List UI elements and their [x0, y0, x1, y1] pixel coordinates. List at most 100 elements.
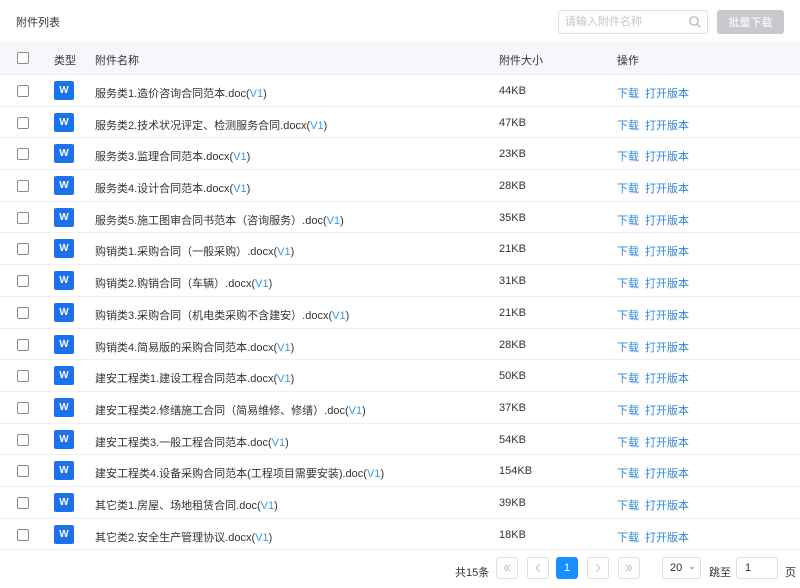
version-link[interactable]: V1 — [277, 342, 290, 354]
row-checkbox[interactable] — [17, 528, 29, 541]
open-version-link[interactable]: 打开版本 — [645, 148, 689, 164]
last-page-button[interactable] — [618, 557, 640, 579]
download-link[interactable]: 下载 — [617, 117, 639, 133]
file-name[interactable]: 建安工程类2.修缮施工合同（简易维修、修缮）.doc(V1) — [95, 402, 366, 418]
open-version-link[interactable]: 打开版本 — [645, 465, 689, 481]
open-version-link[interactable]: 打开版本 — [645, 497, 689, 513]
table-row: W 购销类2.购销合同（车辆）.docx(V1) 31KB 下载 打开版本 — [0, 265, 800, 297]
file-name-text: 建安工程类4.设备采购合同范本(工程项目需要安装).doc — [95, 468, 364, 481]
download-link[interactable]: 下载 — [617, 212, 639, 228]
download-link[interactable]: 下载 — [617, 148, 639, 164]
first-page-button[interactable] — [496, 557, 518, 579]
download-link[interactable]: 下载 — [617, 434, 639, 450]
version-link[interactable]: V1 — [327, 215, 340, 227]
version-link[interactable]: V1 — [332, 310, 345, 322]
page-size-select[interactable]: 20 ⌄ — [662, 557, 701, 579]
row-checkbox[interactable] — [17, 338, 29, 351]
download-link[interactable]: 下载 — [617, 307, 639, 323]
row-checkbox[interactable] — [17, 465, 29, 478]
row-checkbox[interactable] — [17, 180, 29, 193]
download-link[interactable]: 下载 — [617, 402, 639, 418]
row-checkbox[interactable] — [17, 275, 29, 288]
word-doc-icon: W — [54, 366, 74, 386]
open-version-link[interactable]: 打开版本 — [645, 434, 689, 450]
row-checkbox[interactable] — [17, 243, 29, 256]
version-link[interactable]: V1 — [233, 151, 246, 163]
file-name[interactable]: 服务类1.造价咨询合同范本.doc(V1) — [95, 85, 267, 101]
file-name[interactable]: 服务类3.监理合同范本.docx(V1) — [95, 148, 250, 164]
batch-download-button[interactable]: 批量下载 — [717, 10, 784, 34]
search-icon[interactable] — [688, 15, 702, 29]
download-link[interactable]: 下载 — [617, 180, 639, 196]
version-paren-close: ) — [340, 214, 344, 227]
file-size: 28KB — [499, 338, 526, 351]
double-chevron-left-icon — [503, 564, 511, 572]
open-version-link[interactable]: 打开版本 — [645, 180, 689, 196]
word-doc-icon: W — [54, 176, 74, 196]
version-paren-close: ) — [290, 341, 295, 354]
open-version-link[interactable]: 打开版本 — [645, 85, 689, 101]
row-checkbox[interactable] — [17, 85, 29, 97]
row-checkbox[interactable] — [17, 401, 29, 414]
file-name[interactable]: 服务类5.施工图审合同书范本（咨询服务）.doc(V1) — [95, 212, 344, 228]
file-name[interactable]: 其它类2.安全生产管理协议.docx(V1) — [95, 529, 272, 545]
row-checkbox[interactable] — [17, 370, 29, 383]
version-link[interactable]: V1 — [261, 500, 274, 512]
row-checkbox[interactable] — [17, 496, 29, 509]
open-version-link[interactable]: 打开版本 — [645, 370, 689, 386]
open-version-link[interactable]: 打开版本 — [645, 243, 689, 259]
row-checkbox[interactable] — [17, 306, 29, 319]
file-name[interactable]: 购销类2.购销合同（车辆）.docx(V1) — [95, 275, 272, 291]
next-page-button[interactable] — [587, 557, 609, 579]
version-link[interactable]: V1 — [272, 437, 285, 449]
version-link[interactable]: V1 — [255, 532, 268, 544]
pagination: 共15条 1 20 ⌄ 跳至 页 — [0, 555, 800, 583]
download-link[interactable]: 下载 — [617, 85, 639, 101]
open-version-link[interactable]: 打开版本 — [645, 402, 689, 418]
file-name[interactable]: 购销类4.简易版的采购合同范本.docx(V1) — [95, 339, 294, 355]
open-version-link[interactable]: 打开版本 — [645, 275, 689, 291]
file-name[interactable]: 购销类3.采购合同（机电类采购不含建安）.docx(V1) — [95, 307, 349, 323]
download-link[interactable]: 下载 — [617, 529, 639, 545]
download-link[interactable]: 下载 — [617, 339, 639, 355]
prev-page-button[interactable] — [527, 557, 549, 579]
version-link[interactable]: V1 — [310, 120, 323, 132]
column-actions: 操作 — [617, 55, 639, 67]
version-link[interactable]: V1 — [233, 183, 246, 195]
search-box[interactable] — [558, 10, 708, 34]
file-name[interactable]: 购销类1.采购合同（一般采购）.docx(V1) — [95, 243, 294, 259]
row-checkbox[interactable] — [17, 433, 29, 446]
download-link[interactable]: 下载 — [617, 497, 639, 513]
version-link[interactable]: V1 — [250, 88, 263, 100]
download-link[interactable]: 下载 — [617, 243, 639, 259]
version-link[interactable]: V1 — [255, 278, 268, 290]
page-button-current[interactable]: 1 — [556, 557, 578, 579]
file-name[interactable]: 服务类2.技术状况评定、检测服务合同.docx(V1) — [95, 117, 327, 133]
row-checkbox[interactable] — [17, 116, 29, 129]
open-version-link[interactable]: 打开版本 — [645, 117, 689, 133]
file-name[interactable]: 建安工程类3.一般工程合同范本.doc(V1) — [95, 434, 289, 450]
file-name[interactable]: 其它类1.房屋、场地租赁合同.doc(V1) — [95, 497, 278, 513]
version-link[interactable]: V1 — [349, 405, 362, 417]
open-version-link[interactable]: 打开版本 — [645, 307, 689, 323]
open-version-link[interactable]: 打开版本 — [645, 529, 689, 545]
version-link[interactable]: V1 — [277, 246, 290, 258]
word-doc-icon: W — [54, 239, 74, 259]
download-link[interactable]: 下载 — [617, 465, 639, 481]
row-checkbox[interactable] — [17, 148, 29, 161]
open-version-link[interactable]: 打开版本 — [645, 212, 689, 228]
search-input[interactable] — [565, 13, 683, 31]
file-size: 18KB — [499, 528, 526, 541]
row-checkbox[interactable] — [17, 211, 29, 224]
file-name[interactable]: 服务类4.设计合同范本.docx(V1) — [95, 180, 250, 196]
download-link[interactable]: 下载 — [617, 275, 639, 291]
file-name[interactable]: 建安工程类1.建设工程合同范本.docx(V1) — [95, 370, 294, 386]
version-paren-close: ) — [263, 88, 267, 100]
download-link[interactable]: 下载 — [617, 370, 639, 386]
version-link[interactable]: V1 — [277, 373, 290, 385]
jump-page-input[interactable] — [736, 557, 778, 579]
select-all-checkbox[interactable] — [17, 52, 29, 64]
version-link[interactable]: V1 — [367, 468, 380, 480]
file-name[interactable]: 建安工程类4.设备采购合同范本(工程项目需要安装).doc(V1) — [95, 465, 384, 481]
open-version-link[interactable]: 打开版本 — [645, 339, 689, 355]
